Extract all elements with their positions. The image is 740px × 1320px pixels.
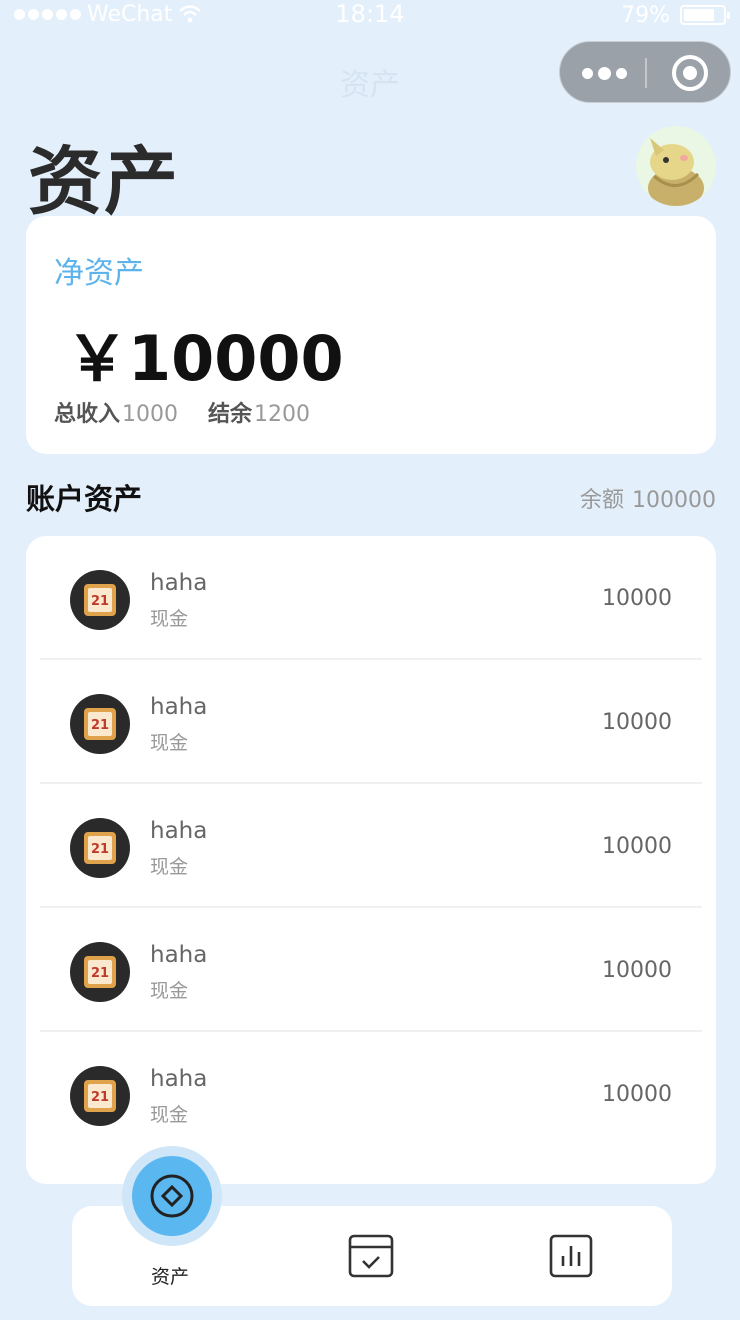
account-name: haha <box>150 570 208 596</box>
avatar[interactable] <box>636 126 716 206</box>
total-income-value: 1000 <box>122 402 179 427</box>
battery-group: 79% <box>621 0 730 30</box>
accounts-balance-value: 100000 <box>632 488 716 513</box>
calendar-21-icon: 21 <box>70 942 130 1002</box>
account-amount: 10000 <box>602 586 672 611</box>
accounts-balance: 余额 100000 <box>580 482 716 514</box>
list-item[interactable]: 21 haha 现金 10000 <box>40 536 702 660</box>
account-type: 现金 <box>150 856 189 878</box>
calendar-21-icon: 21 <box>70 694 130 754</box>
capsule-divider <box>645 58 647 88</box>
icon-badge-text: 21 <box>91 1090 109 1105</box>
battery-icon <box>680 5 730 25</box>
calendar-check-icon <box>348 1234 394 1278</box>
icon-badge-text: 21 <box>91 594 109 609</box>
account-name: haha <box>150 942 208 968</box>
calendar-21-icon: 21 <box>70 818 130 878</box>
bar-chart-icon <box>549 1234 593 1278</box>
surplus: 结余1200 <box>208 396 310 428</box>
account-name: haha <box>150 1066 208 1092</box>
tab-assets[interactable] <box>132 1156 212 1236</box>
list-item[interactable]: 21 haha 现金 10000 <box>40 784 702 908</box>
account-type: 现金 <box>150 608 189 630</box>
accounts-balance-label: 余额 <box>580 488 625 513</box>
avatar-image <box>636 126 716 206</box>
net-assets-amount: ￥10000 <box>66 322 344 395</box>
page-title: 资产 <box>28 139 180 225</box>
battery-percent: 79% <box>621 2 670 28</box>
icon-badge-text: 21 <box>91 966 109 981</box>
calendar-21-icon: 21 <box>70 1066 130 1126</box>
tab-assets-label: 资产 <box>150 1266 189 1288</box>
asset-icon <box>150 1174 194 1218</box>
tab-calendar[interactable] <box>348 1234 394 1282</box>
net-assets-stats: 总收入1000 结余1200 <box>54 396 310 428</box>
icon-badge-text: 21 <box>91 718 109 733</box>
account-type: 现金 <box>150 980 189 1002</box>
close-target-icon[interactable] <box>672 55 708 91</box>
accounts-list: 21 haha 现金 10000 21 haha 现金 10000 21 hah… <box>26 536 716 1184</box>
total-income: 总收入1000 <box>54 396 178 428</box>
tab-statistics[interactable] <box>549 1234 593 1282</box>
mini-program-capsule <box>559 41 731 103</box>
accounts-section-title: 账户资产 <box>26 482 143 516</box>
account-name: haha <box>150 694 208 720</box>
account-amount: 10000 <box>602 1082 672 1107</box>
icon-badge-text: 21 <box>91 842 109 857</box>
account-name: haha <box>150 818 208 844</box>
account-amount: 10000 <box>602 958 672 983</box>
status-bar: WeChat 18:14 79% <box>0 0 740 30</box>
more-options-icon[interactable] <box>582 42 627 104</box>
list-item[interactable]: 21 haha 现金 10000 <box>40 908 702 1032</box>
surplus-label: 结余 <box>208 402 253 427</box>
surplus-value: 1200 <box>254 402 311 427</box>
total-income-label: 总收入 <box>54 402 121 427</box>
net-assets-card: 净资产 ￥10000 总收入1000 结余1200 <box>26 216 716 454</box>
list-item[interactable]: 21 haha 现金 10000 <box>40 1032 702 1156</box>
account-type: 现金 <box>150 1104 189 1126</box>
list-item[interactable]: 21 haha 现金 10000 <box>40 660 702 784</box>
net-assets-label: 净资产 <box>54 256 144 291</box>
account-type: 现金 <box>150 732 189 754</box>
calendar-21-icon: 21 <box>70 570 130 630</box>
account-amount: 10000 <box>602 834 672 859</box>
account-amount: 10000 <box>602 710 672 735</box>
